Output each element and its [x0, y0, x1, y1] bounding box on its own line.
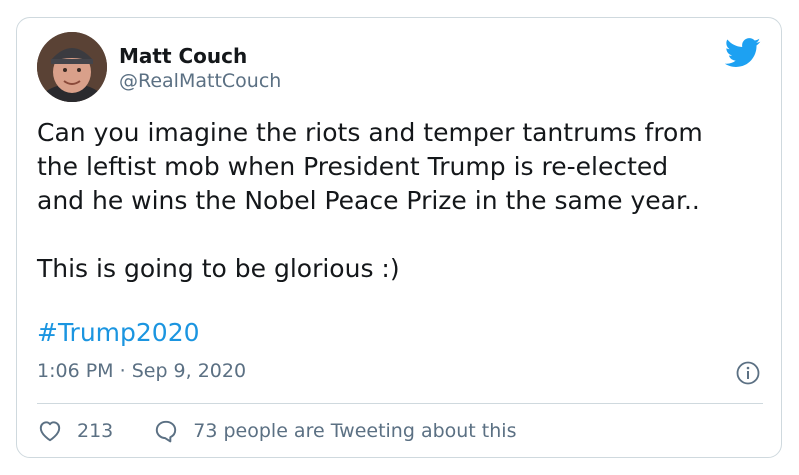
tweet-paragraph-1: Can you imagine the riots and temper tan…	[37, 118, 703, 215]
tweet-date: Sep 9, 2020	[131, 360, 247, 382]
meta-separator: ·	[119, 360, 126, 382]
divider	[37, 403, 763, 404]
hashtag-link[interactable]: #Trump2020	[37, 316, 200, 350]
info-icon[interactable]	[736, 361, 760, 385]
speech-bubble-icon	[156, 420, 177, 443]
tweet-card[interactable]: Matt Couch @RealMattCouch Can you imagin…	[16, 17, 782, 458]
tweet-paragraph-2: This is going to be glorious :)	[37, 254, 400, 283]
avatar[interactable]	[37, 32, 107, 102]
author-handle[interactable]: @RealMattCouch	[119, 70, 281, 92]
tweet-footer: 213 73 people are Tweeting about this	[37, 417, 516, 445]
avatar-image	[37, 32, 107, 102]
conversation-link[interactable]: 73 people are Tweeting about this	[153, 418, 516, 444]
author-name[interactable]: Matt Couch	[119, 44, 247, 68]
tweet-time: 1:06 PM	[37, 360, 114, 382]
heart-icon	[39, 421, 61, 442]
conversation-text: 73 people are Tweeting about this	[193, 420, 517, 442]
tweet-timestamp[interactable]: 1:06 PM · Sep 9, 2020	[37, 360, 246, 382]
like-count: 213	[77, 420, 114, 442]
tweet-text: Can you imagine the riots and temper tan…	[37, 116, 767, 286]
twitter-bird-icon[interactable]	[725, 38, 761, 68]
like-button[interactable]: 213	[37, 418, 113, 444]
